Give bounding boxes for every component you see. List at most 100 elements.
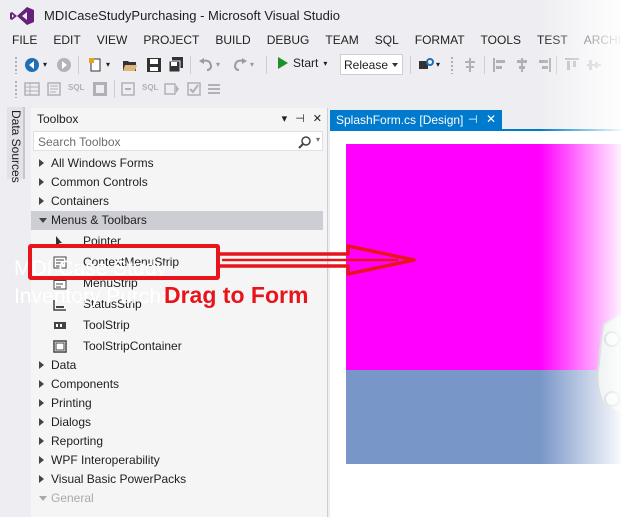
expand-arrow-icon[interactable] xyxy=(39,437,44,445)
align-lefts-icon[interactable] xyxy=(492,57,508,73)
undo-icon[interactable] xyxy=(198,57,214,73)
toolbox-item-toolstripcontainer[interactable]: ToolStripContainer xyxy=(31,337,323,356)
toolbox-group[interactable]: Components xyxy=(31,375,323,394)
group-label: Common Controls xyxy=(51,175,148,189)
toolbox-group[interactable]: All Windows Forms xyxy=(31,154,323,173)
item-label: ToolStrip xyxy=(83,318,130,332)
align-rights-icon[interactable] xyxy=(536,57,552,73)
toolbox-item-toolstrip[interactable]: ToolStrip xyxy=(31,316,323,335)
collapse-arrow-icon[interactable] xyxy=(39,218,47,223)
menu-bar: FILE EDIT VIEW PROJECT BUILD DEBUG TEAM … xyxy=(0,31,621,51)
toolbox-group[interactable]: General xyxy=(31,489,323,508)
group-by-icon[interactable] xyxy=(206,81,222,97)
change-type-icon[interactable] xyxy=(120,81,136,97)
configuration-value: Release xyxy=(344,57,389,72)
expand-arrow-icon[interactable] xyxy=(39,475,44,483)
align-middles-icon[interactable] xyxy=(586,57,602,73)
diagram-icon[interactable] xyxy=(92,81,108,97)
tab-splashform-design[interactable]: SplashForm.cs [Design] ⊣ ✕ xyxy=(330,110,502,130)
toolbox-group[interactable]: Common Controls xyxy=(31,173,323,192)
menu-edit[interactable]: EDIT xyxy=(45,31,88,51)
menu-file[interactable]: FILE xyxy=(0,31,45,51)
start-debugging-button[interactable]: Start ▾ xyxy=(278,56,327,70)
group-label: Reporting xyxy=(51,434,104,448)
menu-sql[interactable]: SQL xyxy=(367,31,407,51)
toolbox-group[interactable]: Visual Basic PowerPacks xyxy=(31,470,323,489)
navigate-forward-icon[interactable] xyxy=(56,57,72,73)
find-in-files-icon[interactable] xyxy=(418,57,434,73)
sql-icon[interactable]: SQL xyxy=(68,83,84,92)
expand-arrow-icon[interactable] xyxy=(39,418,44,426)
expand-arrow-icon[interactable] xyxy=(39,380,44,388)
menu-tools[interactable]: TOOLS xyxy=(473,31,529,51)
menu-build[interactable]: BUILD xyxy=(207,31,258,51)
database-toolbar: SQL SQL xyxy=(0,78,621,100)
menu-test[interactable]: TEST xyxy=(529,31,576,51)
back-dropdown-icon[interactable]: ▾ xyxy=(43,60,47,69)
window-position-dropdown-icon[interactable]: ▾ xyxy=(282,112,288,125)
redo-dropdown-icon[interactable]: ▾ xyxy=(250,60,254,69)
undo-dropdown-icon[interactable]: ▾ xyxy=(216,60,220,69)
align-tops-icon[interactable] xyxy=(564,57,580,73)
toolbar-separator xyxy=(190,56,191,74)
expand-arrow-icon[interactable] xyxy=(39,178,44,186)
expand-arrow-icon[interactable] xyxy=(39,456,44,464)
data-sources-tab[interactable]: Data Sources xyxy=(7,107,25,183)
menu-project[interactable]: PROJECT xyxy=(135,31,207,51)
sql-pane-icon[interactable]: SQL xyxy=(142,83,158,92)
toolbox-search-input[interactable]: Search Toolbox ▾ xyxy=(33,131,323,151)
new-dropdown-icon[interactable]: ▾ xyxy=(106,60,110,69)
expand-arrow-icon[interactable] xyxy=(39,197,44,205)
menu-view[interactable]: VIEW xyxy=(89,31,136,51)
toolbox-group[interactable]: Data xyxy=(31,356,323,375)
toolbar-grip[interactable] xyxy=(14,80,18,98)
expand-arrow-icon[interactable] xyxy=(39,361,44,369)
toolbox-group-menus-toolbars[interactable]: Menus & Toolbars xyxy=(31,211,323,230)
visual-studio-logo-icon xyxy=(10,7,34,25)
close-icon[interactable]: ✕ xyxy=(313,112,322,125)
collapse-arrow-icon[interactable] xyxy=(39,496,47,501)
window-title: MDICaseStudyPurchasing - Microsoft Visua… xyxy=(44,8,340,23)
search-icon[interactable] xyxy=(298,135,312,149)
menu-team[interactable]: TEAM xyxy=(317,31,366,51)
expand-arrow-icon[interactable] xyxy=(39,399,44,407)
play-icon xyxy=(278,57,288,69)
start-dropdown-icon[interactable]: ▾ xyxy=(323,59,327,68)
group-label: Data xyxy=(51,358,77,372)
group-label: All Windows Forms xyxy=(51,156,154,170)
data-sources-label: Data Sources xyxy=(9,110,23,183)
toolbar-grip[interactable] xyxy=(14,56,18,74)
close-tab-icon[interactable]: ✕ xyxy=(486,112,496,126)
highlight-box xyxy=(28,244,220,280)
find-dropdown-icon[interactable]: ▾ xyxy=(436,60,440,69)
save-all-icon[interactable] xyxy=(168,57,184,73)
navigate-back-icon[interactable] xyxy=(24,57,40,73)
menu-debug[interactable]: DEBUG xyxy=(259,31,318,51)
pin-tab-icon[interactable]: ⊣ xyxy=(468,113,478,126)
toolbox-panel: Toolbox ▾ ⊣ ✕ Search Toolbox ▾ All Windo… xyxy=(31,108,328,517)
verify-sql-icon[interactable] xyxy=(186,81,202,97)
menu-format[interactable]: FORMAT xyxy=(407,31,473,51)
execute-sql-icon[interactable] xyxy=(164,81,180,97)
layout-align-icon[interactable] xyxy=(462,57,478,73)
toolbar-grip[interactable] xyxy=(450,56,454,74)
menu-architecture[interactable]: ARCHI xyxy=(576,31,621,51)
search-options-dropdown-icon[interactable]: ▾ xyxy=(316,135,320,144)
auto-hide-pin-icon[interactable]: ⊣ xyxy=(295,112,305,125)
toolbox-group[interactable]: Dialogs xyxy=(31,413,323,432)
open-file-icon[interactable] xyxy=(122,57,138,73)
toolbox-group[interactable]: Printing xyxy=(31,394,323,413)
new-project-icon[interactable] xyxy=(88,57,104,73)
expand-arrow-icon[interactable] xyxy=(39,159,44,167)
toolbar-separator xyxy=(556,56,557,74)
query-icon[interactable] xyxy=(46,81,62,97)
align-centers-icon[interactable] xyxy=(514,57,530,73)
splash-form[interactable] xyxy=(346,144,621,464)
save-icon[interactable] xyxy=(146,57,162,73)
toolbox-group[interactable]: Reporting xyxy=(31,432,323,451)
toolbox-group[interactable]: Containers xyxy=(31,192,323,211)
redo-icon[interactable] xyxy=(232,57,248,73)
table-grid-icon[interactable] xyxy=(24,81,40,97)
solution-configuration-dropdown[interactable]: Release xyxy=(340,54,403,75)
toolbox-group[interactable]: WPF Interoperability xyxy=(31,451,323,470)
